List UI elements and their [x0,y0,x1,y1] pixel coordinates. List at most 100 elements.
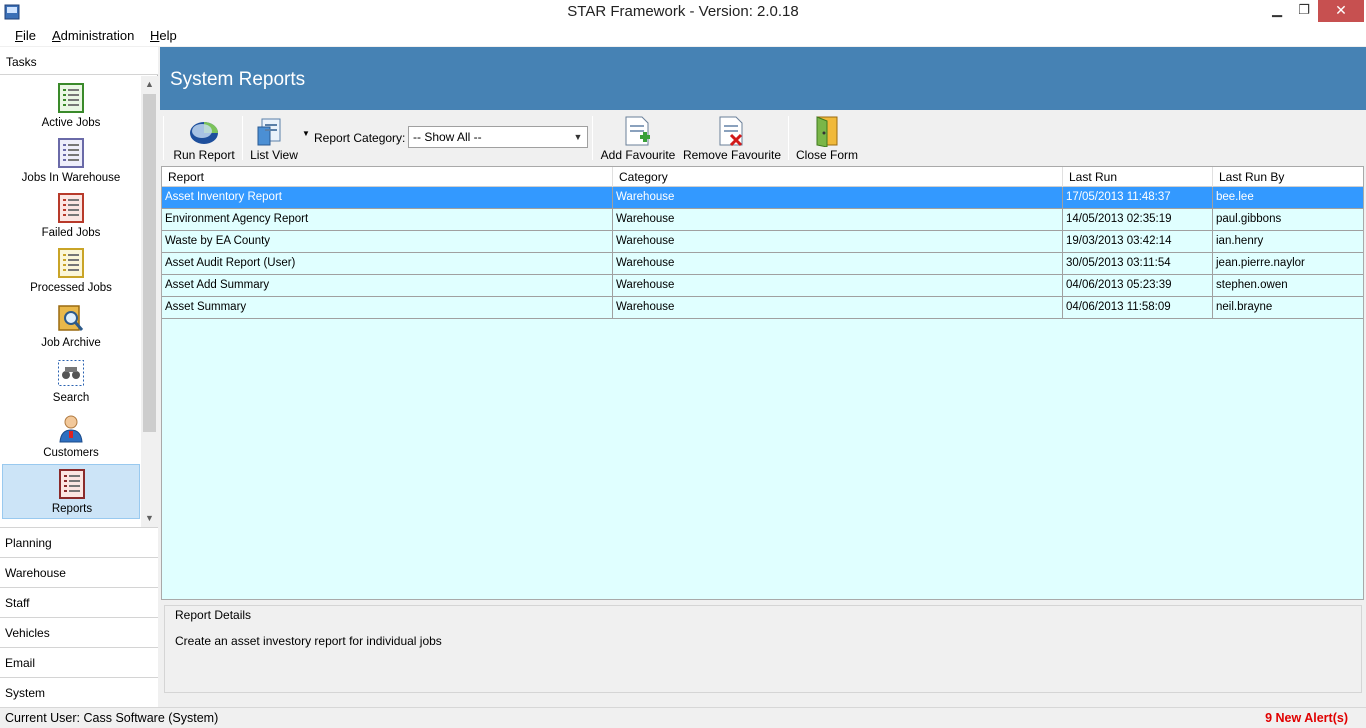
nav-section-label: Email [5,656,36,670]
run-report-icon [190,122,218,144]
remove-favourite-label: Remove Favourite [682,148,782,162]
nav-section-warehouse[interactable]: Warehouse [0,557,158,587]
report-details-text: Create an asset investory report for ind… [175,634,442,648]
cell-last-run-by: stephen.owen [1216,279,1288,291]
cell-last-run-by: paul.gibbons [1216,213,1282,225]
task-failed-jobs[interactable]: Failed Jobs [2,189,140,244]
chevron-down-icon[interactable]: ▼ [569,127,587,147]
nav-section-email[interactable]: Email [0,647,158,677]
nav-header-tasks[interactable]: Tasks [0,47,158,75]
nav-section-vehicles[interactable]: Vehicles [0,617,158,647]
task-list: Active Jobs Jobs In Warehouse Failed Job… [0,76,140,527]
list-view-button[interactable]: List View ▼ [246,113,310,163]
run-report-button[interactable]: Run Report [170,113,238,163]
maximize-button[interactable]: ❐ [1291,0,1317,22]
scrollbar-thumb[interactable] [143,94,156,432]
task-list-scrollbar[interactable]: ▲ ▼ [141,76,158,527]
report-yellow-icon [58,248,84,278]
cell-last-run: 19/03/2013 03:42:14 [1063,231,1213,253]
task-reports[interactable]: Reports [2,464,140,519]
cell-report: Asset Add Summary [162,275,613,297]
remove-favourite-button[interactable]: Remove Favourite [682,113,782,163]
task-label: Job Archive [41,337,101,349]
task-active-jobs[interactable]: Active Jobs [2,79,140,134]
task-label: Jobs In Warehouse [21,172,121,184]
report-details-panel: Report Details Create an asset investory… [164,605,1362,693]
cell-category: Warehouse [613,275,1063,297]
task-job-archive[interactable]: Job Archive [2,299,140,354]
task-jobs-in-warehouse[interactable]: Jobs In Warehouse [2,134,140,189]
task-customers[interactable]: Customers [2,409,140,464]
nav-section-label: Vehicles [5,626,50,640]
cell-last-run-by: jean.pierre.naylor [1216,257,1305,269]
nav-section-system[interactable]: System [0,677,158,707]
table-row[interactable]: Asset Audit Report (User) Warehouse 30/05/… [162,253,1363,275]
reports-icon [59,469,85,499]
menu-bar: File Administration Help [0,24,1366,46]
menu-help-accelerator: H [150,28,160,43]
close-form-label: Close Form [795,148,858,162]
status-bar: Current User: Cass Software (System) 9 N… [0,707,1366,728]
cell-last-run: 14/05/2013 02:35:19 [1063,209,1213,231]
list-view-label: List View [250,148,298,162]
nav-section-label: System [5,686,46,700]
cell-last-run-by: neil.brayne [1216,301,1273,313]
nav-header-label: Tasks [6,55,37,69]
scroll-down-icon[interactable]: ▼ [141,510,158,527]
scroll-up-icon[interactable]: ▲ [141,76,158,93]
table-row[interactable]: Asset Inventory Report Warehouse 17/05/201… [162,187,1363,209]
table-row[interactable]: Waste by EA County Warehouse 19/03/2013 03… [162,231,1363,253]
cell-last-run: 04/06/2013 11:58:09 [1063,297,1213,319]
table-row[interactable]: Asset Summary Warehouse 04/06/2013 11:58:0… [162,297,1363,319]
column-header-last-run[interactable]: Last Run [1063,167,1213,187]
menu-administration-label: dministration [60,28,135,43]
minimize-button[interactable]: ▁ [1264,0,1290,22]
cell-report: Asset Inventory Report [162,187,613,209]
archive-search-icon [58,305,84,331]
report-red-icon [58,193,84,223]
cell-category: Warehouse [613,231,1063,253]
new-alerts-link[interactable]: 9 New Alert(s) [1265,711,1348,725]
cell-last-run-by: ian.henry [1216,235,1264,247]
menu-file[interactable]: File [15,28,36,43]
window-title: STAR Framework - Version: 2.0.18 [567,3,799,20]
list-view-dropdown-icon[interactable]: ▼ [302,129,310,138]
nav-section-label: Planning [5,536,52,550]
close-button[interactable]: ✕ [1318,0,1364,22]
task-label: Active Jobs [41,117,101,129]
title-bar: STAR Framework - Version: 2.0.18 ▁ ❐ ✕ [0,0,1366,24]
app-window: STAR Framework - Version: 2.0.18 ▁ ❐ ✕ F… [0,0,1366,728]
table-row[interactable]: Asset Add Summary Warehouse 04/06/2013 05:… [162,275,1363,297]
toolbar-separator [163,116,164,160]
close-form-button[interactable]: Close Form [794,113,860,163]
toolbar-separator [242,116,243,160]
cell-category: Warehouse [613,297,1063,319]
toolbar-separator [592,116,593,160]
column-header-report[interactable]: Report [162,167,613,187]
nav-section-staff[interactable]: Staff [0,587,158,617]
task-processed-jobs[interactable]: Processed Jobs [2,244,140,299]
navigation-pane: Tasks Active Jobs Jobs In Warehouse Fail… [0,47,158,707]
report-details-title: Report Details [173,608,254,622]
menu-file-label: ile [22,28,36,43]
grid-header: Report Category Last Run Last Run By [162,167,1363,187]
cell-category: Warehouse [613,253,1063,275]
page-banner: System Reports [160,47,1366,110]
task-label: Reports [51,503,93,515]
column-header-category[interactable]: Category [613,167,1063,187]
report-green-icon [58,83,84,113]
close-form-door-icon [816,116,838,147]
task-search[interactable]: Search [2,354,140,409]
binoculars-icon [58,360,84,386]
add-favourite-button[interactable]: Add Favourite [598,113,678,163]
remove-favourite-icon [719,116,743,147]
run-report-label: Run Report [173,148,235,162]
menu-administration[interactable]: Administration [52,28,134,43]
report-category-select[interactable]: -- Show All -- ▼ [408,126,588,148]
menu-help[interactable]: Help [150,28,177,43]
column-header-last-run-by[interactable]: Last Run By [1213,167,1363,187]
nav-section-planning[interactable]: Planning [0,527,158,557]
table-row[interactable]: Environment Agency Report Warehouse 14/05/… [162,209,1363,231]
menu-help-label: elp [159,28,177,43]
task-label: Failed Jobs [41,227,101,239]
